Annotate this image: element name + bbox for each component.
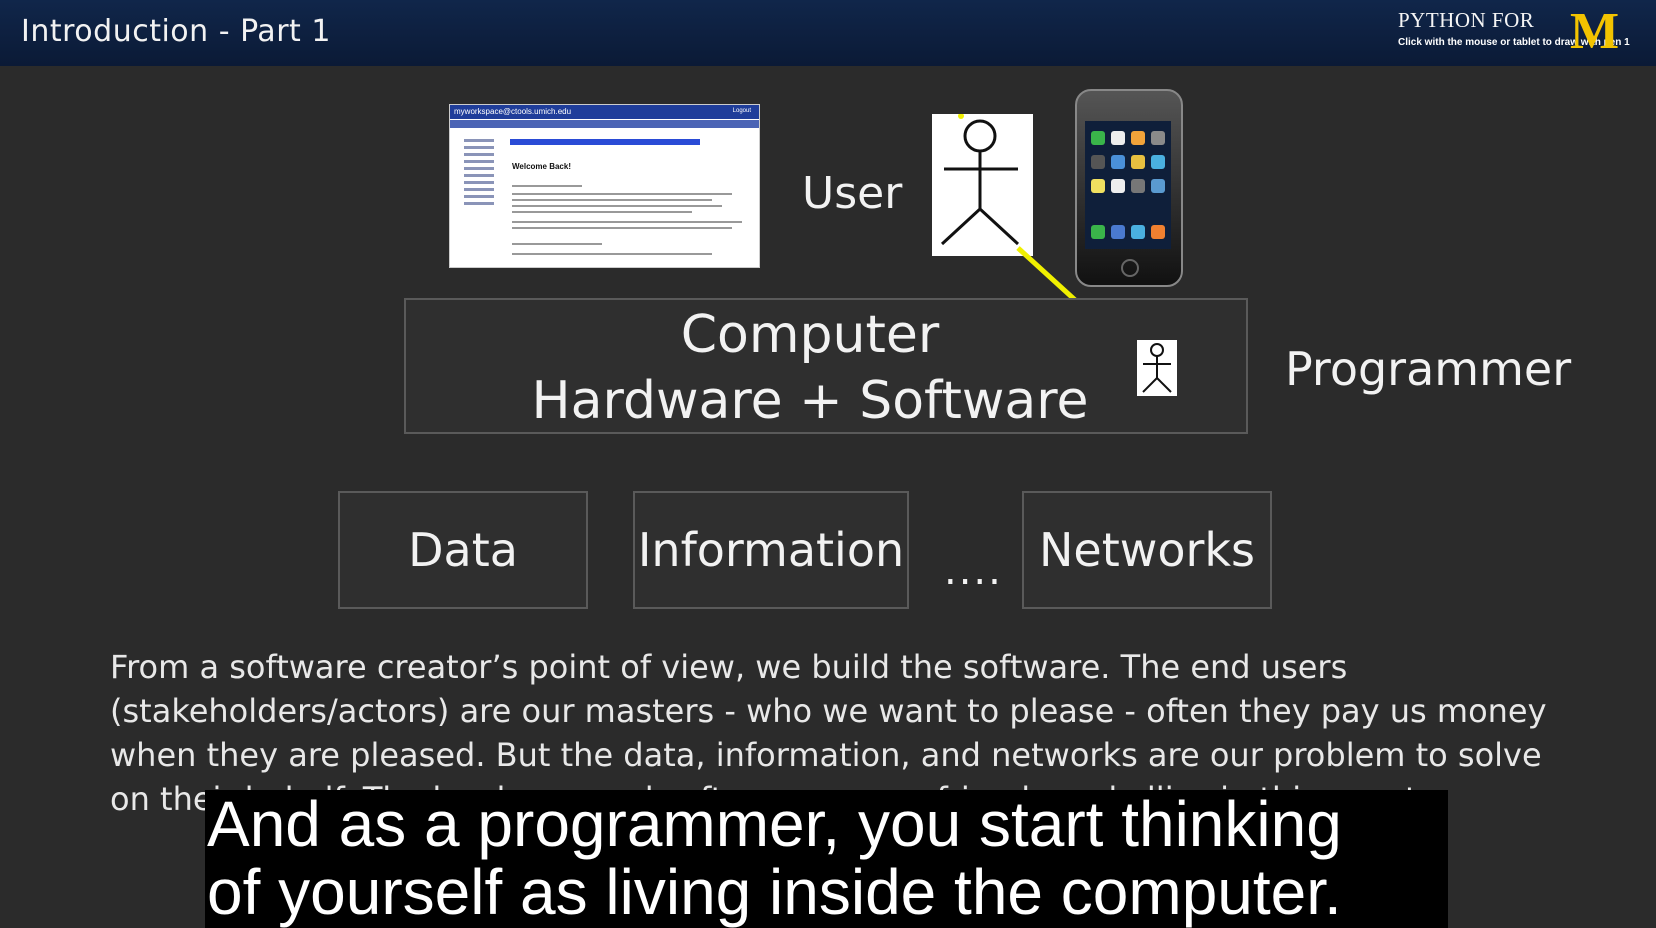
user-stick-figure-icon [932, 113, 1033, 256]
body-line: (stakeholders/actors) are our masters - … [110, 692, 1547, 730]
programmer-stick-figure-icon [1137, 340, 1177, 396]
information-box: Information [633, 491, 909, 609]
caption-line-2: of yourself as living inside the compute… [207, 856, 1342, 928]
ellipsis: .... [944, 548, 1003, 594]
slide-header: Introduction - Part 1 PYTHON FOR Click w… [0, 0, 1656, 67]
user-label: User [802, 168, 903, 219]
video-caption: And as a programmer, you start thinking … [205, 790, 1448, 928]
computer-title: Computer [680, 305, 940, 365]
computer-subtitle: Hardware + Software [531, 371, 1089, 431]
website-screenshot: myworkspace@ctools.umich.edu Logout Welc… [449, 104, 760, 268]
screenshot-url: myworkspace@ctools.umich.edu [454, 107, 572, 116]
slide-title: Introduction - Part 1 [21, 14, 331, 49]
networks-box: Networks [1022, 491, 1272, 609]
body-line: when they are pleased. But the data, inf… [110, 736, 1542, 774]
university-logo: M [1570, 3, 1620, 60]
screenshot-logout: Logout [732, 108, 751, 114]
course-brand: PYTHON FOR [1398, 8, 1535, 32]
screenshot-welcome: Welcome Back! [512, 162, 571, 171]
caption-line-1: And as a programmer, you start thinking [207, 790, 1342, 860]
data-box: Data [338, 491, 588, 609]
body-line: From a software creator’s point of view,… [110, 648, 1348, 686]
programmer-label: Programmer [1285, 342, 1572, 396]
